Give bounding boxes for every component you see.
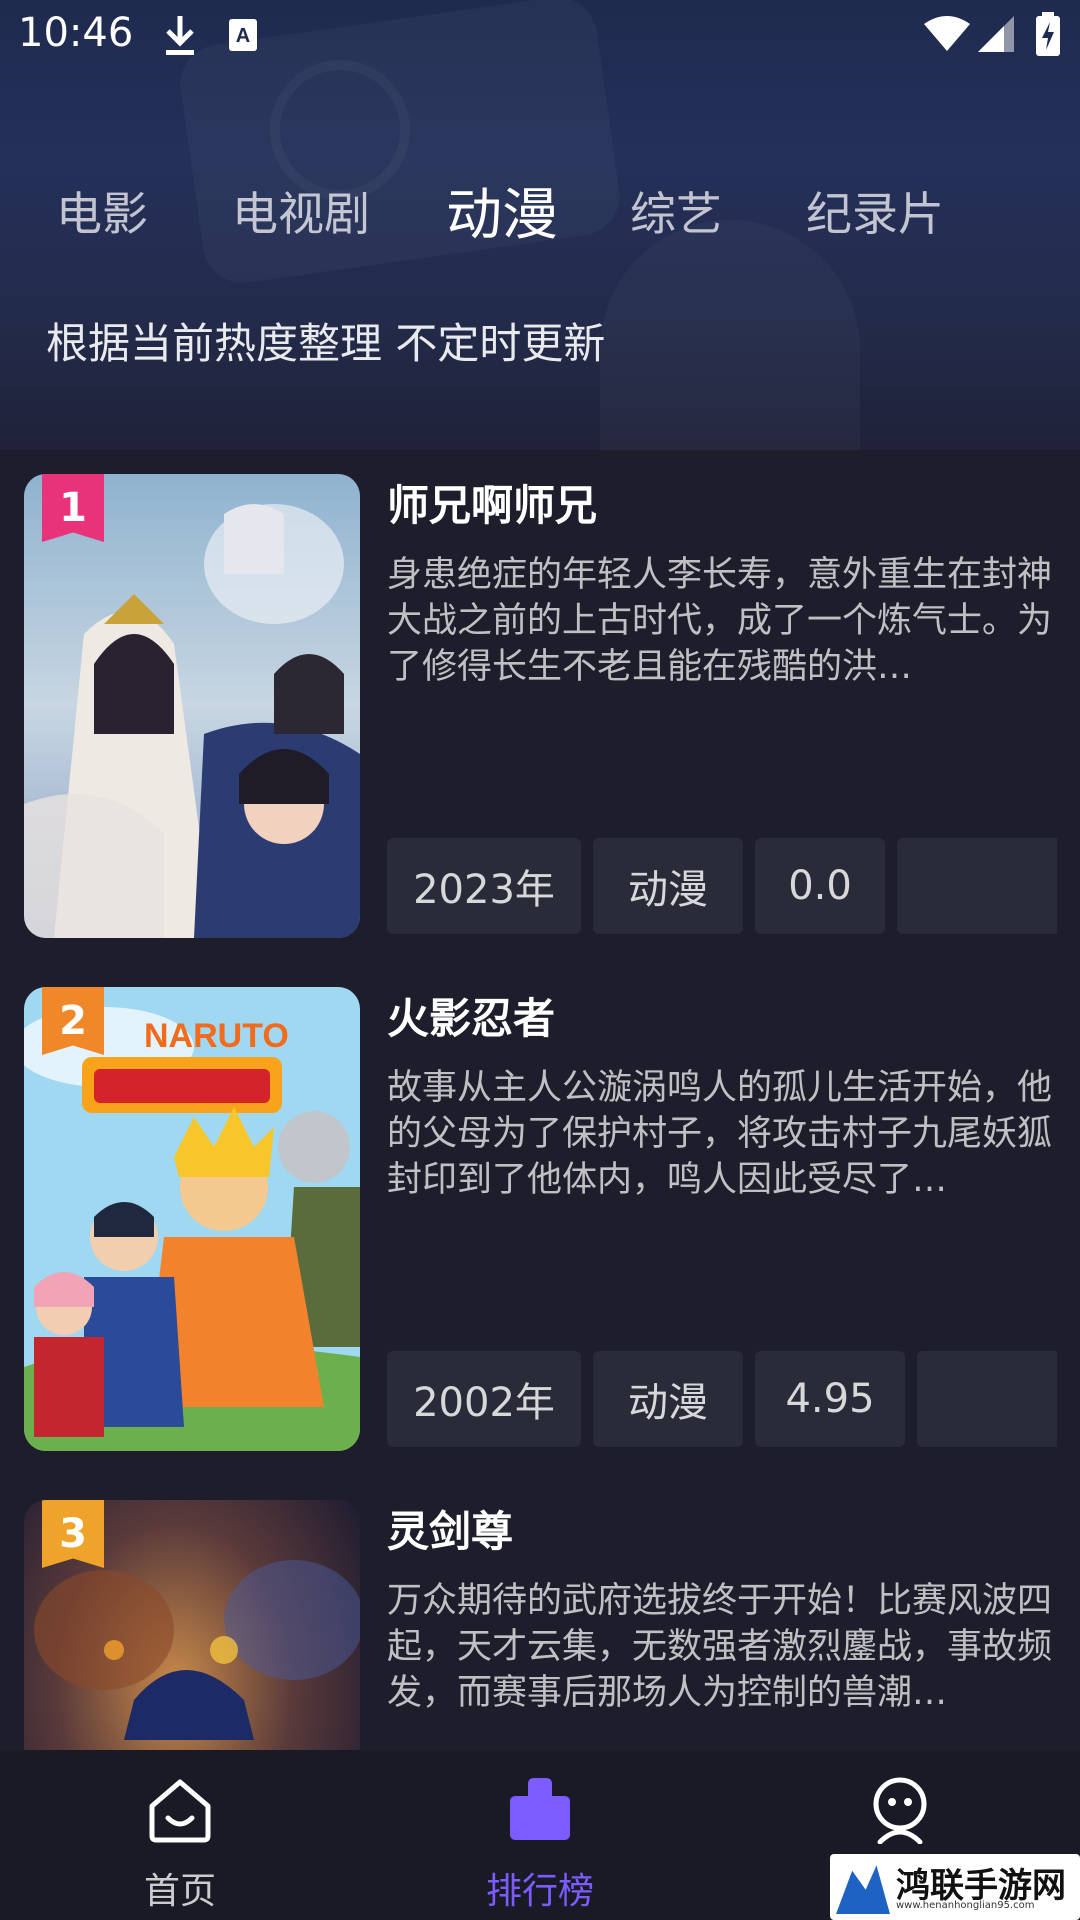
status-bar: 10:46 A [0, 0, 1080, 80]
battery-charging-icon [1036, 12, 1060, 56]
tag-genre: 动漫 [593, 838, 743, 934]
poster-image: NARUTO 2 [24, 987, 360, 1451]
svg-text:A: A [236, 25, 250, 47]
ranking-icon [510, 1778, 570, 1840]
watermark-mountain-icon [836, 1865, 890, 1914]
signal-icon [978, 16, 1014, 52]
tag-score: 4.95 [755, 1351, 905, 1447]
item-description: 身患绝症的年轻人李长寿，意外重生在封神大战之前的上古时代，成了一个炼气士。为了修… [387, 555, 1053, 687]
wifi-icon [924, 16, 970, 51]
poster-image: 1 [24, 474, 360, 938]
nav-ranking[interactable]: 排行榜 [430, 1750, 650, 1920]
header: 10:46 A 电影 电视剧 动漫 综艺 纪录片 根据当前热度整理 不定时更新 [0, 0, 1080, 450]
item-title: 师兄啊师兄 [387, 481, 598, 530]
rank-badge: 1 [42, 474, 104, 542]
list-item[interactable]: 1 师兄啊师兄 身患绝症的年轻人李长寿，意外重生在封神大战之前的上古时代，成了一… [0, 450, 1080, 938]
tab-anime[interactable]: 动漫 [446, 170, 558, 251]
tag-more [897, 838, 1057, 934]
poster-image: 3 [24, 1500, 360, 1750]
tag-year: 2023年 [387, 838, 581, 934]
tab-tv-series[interactable]: 电视剧 [232, 178, 370, 244]
rank-badge: 2 [42, 987, 104, 1055]
ranking-list: 1 师兄啊师兄 身患绝症的年轻人李长寿，意外重生在封神大战之前的上古时代，成了一… [0, 450, 1080, 1750]
poster-logo-text: NARUTO [144, 1017, 289, 1055]
status-time: 10:46 [18, 10, 134, 56]
poster-art: NARUTO [24, 987, 360, 1451]
category-tabs: 电影 电视剧 动漫 综艺 纪录片 [0, 178, 1080, 258]
profile-icon [873, 1777, 927, 1844]
ranking-subtitle: 根据当前热度整理 不定时更新 [46, 319, 606, 368]
tab-movie[interactable]: 电影 [56, 178, 148, 244]
tag-year: 2002年 [387, 1351, 581, 1447]
tab-variety[interactable]: 综艺 [630, 178, 722, 244]
item-title: 灵剑尊 [387, 1507, 514, 1556]
watermark-logo: 鸿联手游网 www.henanhonglian95.com [830, 1854, 1080, 1920]
nav-home[interactable]: 首页 [70, 1750, 290, 1920]
list-item[interactable]: 3 灵剑尊 万众期待的武府选拔终于开始！比赛风波四起，天才云集，无数强者激烈鏖战… [0, 1476, 1080, 1750]
item-tags: 2002年 动漫 4.95 [387, 1351, 1057, 1447]
poster-art [24, 474, 360, 938]
item-description: 万众期待的武府选拔终于开始！比赛风波四起，天才云集，无数强者激烈鏖战，事故频发，… [387, 1581, 1053, 1713]
list-item[interactable]: NARUTO 2 火影忍者 故事从主人公漩涡鸣人的孤儿生活开始，他的父母为了保护… [0, 963, 1080, 1451]
tag-genre: 动漫 [593, 1351, 743, 1447]
watermark-url: www.henanhonglian95.com [896, 1900, 1035, 1911]
tag-score: 0.0 [755, 838, 885, 934]
tab-documentary[interactable]: 纪录片 [806, 178, 944, 244]
home-icon [149, 1779, 211, 1843]
item-title: 火影忍者 [387, 994, 556, 1043]
item-tags: 2023年 动漫 0.0 [387, 838, 1057, 934]
autofill-a-icon: A [229, 19, 257, 51]
tag-more [917, 1351, 1057, 1447]
nav-ranking-label: 排行榜 [485, 1871, 594, 1912]
rank-badge: 3 [42, 1500, 104, 1568]
item-description: 故事从主人公漩涡鸣人的孤儿生活开始，他的父母为了保护村子，将攻击村子九尾妖狐封印… [387, 1068, 1053, 1200]
download-icon [166, 16, 194, 55]
nav-home-label: 首页 [143, 1871, 216, 1912]
